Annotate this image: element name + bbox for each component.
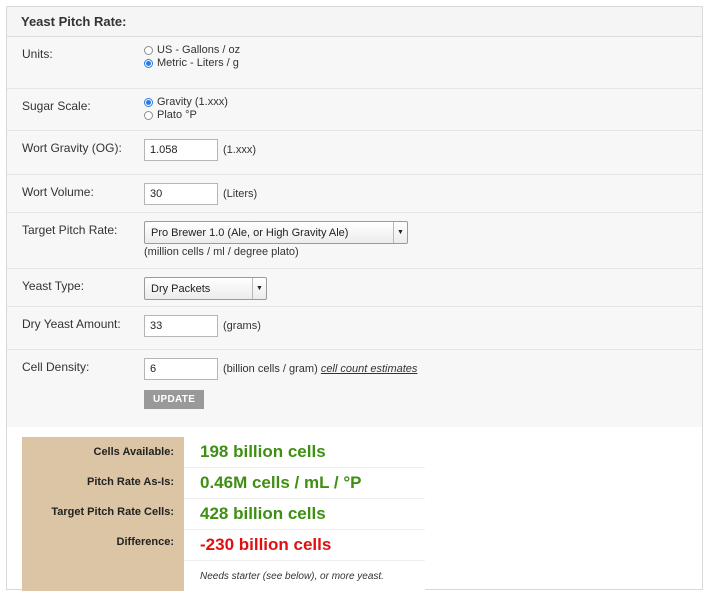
chevron-down-icon: ▼ bbox=[252, 278, 266, 299]
yeast-type-row: Yeast Type: Dry Packets ▼ bbox=[7, 269, 702, 307]
result-note: Needs starter (see below), or more yeast… bbox=[200, 570, 384, 582]
units-row: Units: US - Gallons / oz Metric - Liters… bbox=[7, 37, 702, 89]
yeast-type-select[interactable]: Dry Packets ▼ bbox=[144, 277, 267, 300]
result-label-difference: Difference: bbox=[116, 536, 174, 548]
units-option-metric-label: Metric - Liters / g bbox=[157, 57, 239, 69]
wort-volume-input[interactable] bbox=[144, 183, 218, 205]
yeast-pitch-rate-panel: Yeast Pitch Rate: Units: US - Gallons / … bbox=[6, 6, 703, 591]
yeast-type-selected: Dry Packets bbox=[151, 282, 211, 295]
dry-yeast-amount-unit: (grams) bbox=[223, 320, 261, 332]
result-value-pitch-rate-as-is: 0.46M cells / mL / °P bbox=[184, 468, 425, 499]
sugar-scale-option-gravity[interactable]: Gravity (1.xxx) bbox=[144, 96, 702, 109]
target-pitch-rate-select[interactable]: Pro Brewer 1.0 (Ale, or High Gravity Ale… bbox=[144, 221, 408, 244]
target-pitch-rate-label: Target Pitch Rate: bbox=[22, 223, 118, 237]
radio-sugar-plato[interactable] bbox=[144, 111, 153, 120]
target-pitch-rate-note: (million cells / ml / degree plato) bbox=[144, 246, 299, 258]
units-option-us[interactable]: US - Gallons / oz bbox=[144, 44, 702, 57]
result-value-cells-available: 198 billion cells bbox=[184, 437, 425, 468]
radio-units-metric[interactable] bbox=[144, 59, 153, 68]
results-table: Cells Available: Pitch Rate As-Is: Targe… bbox=[22, 437, 425, 591]
yeast-type-label: Yeast Type: bbox=[22, 279, 85, 293]
wort-gravity-row: Wort Gravity (OG): (1.xxx) bbox=[7, 131, 702, 175]
target-pitch-rate-row: Target Pitch Rate: Pro Brewer 1.0 (Ale, … bbox=[7, 213, 702, 269]
panel-title: Yeast Pitch Rate: bbox=[7, 7, 702, 37]
units-option-us-label: US - Gallons / oz bbox=[157, 44, 241, 56]
chevron-down-icon: ▼ bbox=[393, 222, 407, 243]
units-option-metric[interactable]: Metric - Liters / g bbox=[144, 57, 702, 70]
sugar-scale-label: Sugar Scale: bbox=[22, 99, 91, 113]
sugar-scale-row: Sugar Scale: Gravity (1.xxx) Plato °P bbox=[7, 89, 702, 131]
radio-sugar-gravity[interactable] bbox=[144, 98, 153, 107]
result-value-target-pitch-rate-cells: 428 billion cells bbox=[184, 499, 425, 530]
cell-density-input[interactable] bbox=[144, 358, 218, 380]
dry-yeast-amount-row: Dry Yeast Amount: (grams) bbox=[7, 307, 702, 350]
sugar-scale-option-plato[interactable]: Plato °P bbox=[144, 109, 702, 122]
wort-volume-row: Wort Volume: (Liters) bbox=[7, 175, 702, 213]
sugar-scale-option-plato-label: Plato °P bbox=[157, 109, 197, 121]
cell-density-unit: (billion cells / gram) cell count estima… bbox=[223, 363, 417, 375]
cell-density-row: Cell Density: (billion cells / gram) cel… bbox=[7, 350, 702, 427]
results-values-column: 198 billion cells 0.46M cells / mL / °P … bbox=[184, 437, 425, 591]
radio-units-us[interactable] bbox=[144, 46, 153, 55]
units-label: Units: bbox=[22, 47, 53, 61]
wort-volume-label: Wort Volume: bbox=[22, 185, 94, 199]
sugar-scale-option-gravity-label: Gravity (1.xxx) bbox=[157, 96, 228, 108]
results-labels-column: Cells Available: Pitch Rate As-Is: Targe… bbox=[22, 437, 184, 591]
result-label-pitch-rate-as-is: Pitch Rate As-Is: bbox=[86, 476, 174, 488]
result-label-cells-available: Cells Available: bbox=[93, 446, 175, 458]
cell-density-unit-text: (billion cells / gram) bbox=[223, 363, 318, 375]
target-pitch-rate-selected: Pro Brewer 1.0 (Ale, or High Gravity Ale… bbox=[151, 226, 349, 239]
wort-gravity-label: Wort Gravity (OG): bbox=[22, 141, 122, 155]
update-button[interactable]: UPDATE bbox=[144, 390, 205, 409]
result-label-target-pitch-rate-cells: Target Pitch Rate Cells: bbox=[51, 506, 174, 518]
cell-count-estimates-link[interactable]: cell count estimates bbox=[321, 363, 418, 375]
result-label-spacer bbox=[22, 557, 184, 587]
dry-yeast-amount-label: Dry Yeast Amount: bbox=[22, 317, 121, 331]
result-value-difference: -230 billion cells bbox=[184, 530, 425, 561]
wort-gravity-input[interactable] bbox=[144, 139, 218, 161]
dry-yeast-amount-input[interactable] bbox=[144, 315, 218, 337]
wort-volume-unit: (Liters) bbox=[223, 188, 258, 200]
wort-gravity-unit: (1.xxx) bbox=[223, 144, 256, 156]
results-section: Cells Available: Pitch Rate As-Is: Targe… bbox=[7, 427, 702, 591]
cell-density-label: Cell Density: bbox=[22, 360, 90, 374]
